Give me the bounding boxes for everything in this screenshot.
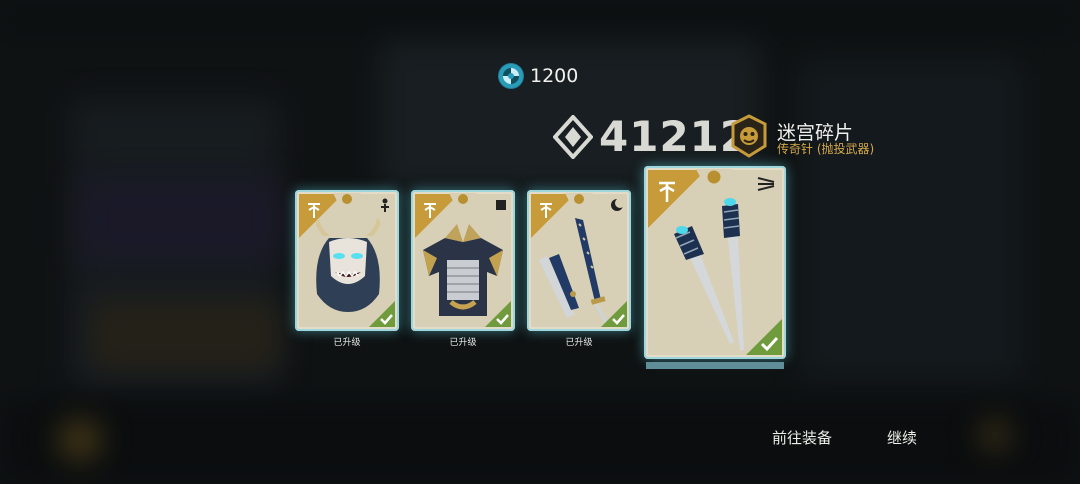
gear-card-throwing-needles[interactable]	[644, 166, 786, 359]
diamond-shard-icon	[553, 115, 593, 159]
card-caption-armor: 已升级	[449, 338, 477, 348]
reward-subtitle: 传奇针 (抛投武器)	[777, 142, 875, 156]
card-caption-oni-mask: 已升级	[333, 338, 361, 348]
gear-card-katana[interactable]	[527, 190, 631, 331]
triple-lines-icon	[757, 177, 775, 191]
square-icon	[496, 200, 506, 210]
go-to-equip-button[interactable]: 前往装备	[772, 427, 832, 448]
spiral-orb-icon	[498, 63, 524, 89]
featured-progress-bar	[646, 362, 784, 369]
currency-amount: 1200	[530, 65, 579, 87]
reward-count: 41212	[599, 112, 751, 161]
featured-progress-fill	[646, 362, 784, 369]
check-icon	[369, 301, 395, 327]
gear-card-oni-mask[interactable]	[295, 190, 399, 331]
crescent-icon	[611, 198, 624, 211]
continue-button[interactable]: 继续	[887, 427, 917, 448]
currency-display: 1200	[498, 63, 578, 89]
check-icon	[485, 301, 511, 327]
demon-mask-badge-icon	[731, 114, 767, 158]
check-icon	[746, 319, 782, 355]
card-caption-katana: 已升级	[565, 338, 593, 348]
gear-card-armor[interactable]	[411, 190, 515, 331]
check-icon	[601, 301, 627, 327]
figure-icon	[381, 198, 389, 212]
